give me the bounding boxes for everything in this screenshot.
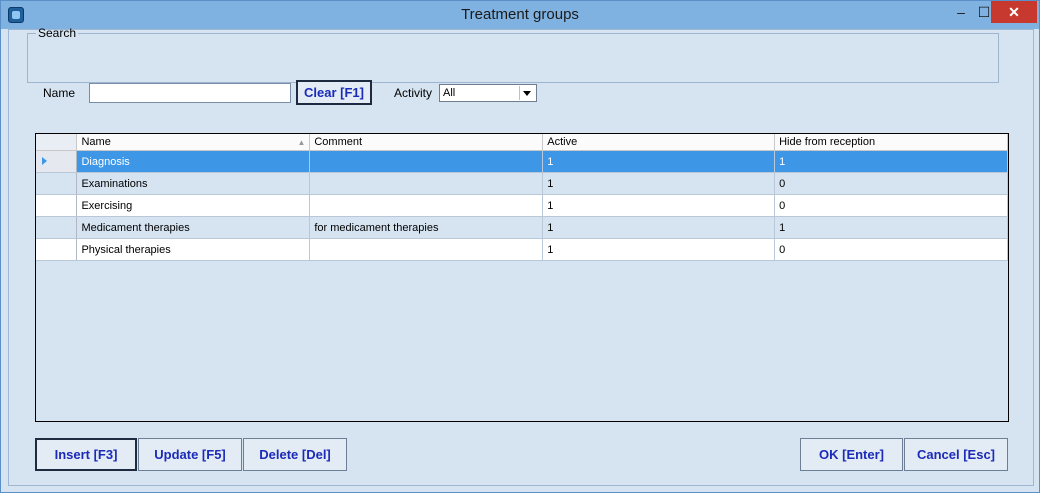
cell-hide-from-reception[interactable]: 0 [774,172,1008,195]
cell-comment[interactable] [309,150,544,173]
chevron-down-icon[interactable] [519,86,535,100]
cell-comment[interactable] [309,194,544,217]
row-header[interactable] [36,238,78,261]
row-header[interactable] [36,216,78,239]
name-search-input[interactable] [89,83,291,103]
title-bar[interactable]: Treatment groups – ☐ ✕ [1,1,1039,29]
cell-hide-from-reception[interactable]: 0 [774,194,1008,217]
cell-name[interactable]: Examinations [76,172,311,195]
ok-button[interactable]: OK [Enter] [800,438,903,471]
grid-table: Name ▲ Comment Active Hide from receptio… [36,134,1008,261]
cell-name[interactable]: Physical therapies [76,238,311,261]
column-header-hide-from-reception[interactable]: Hide from reception [774,134,1008,151]
cell-hide-from-reception[interactable]: 1 [774,216,1008,239]
table-row[interactable]: Diagnosis 1 1 [36,150,1008,173]
table-row[interactable]: Exercising 1 0 [36,194,1008,217]
cell-hide-from-reception[interactable]: 0 [774,238,1008,261]
column-header-active[interactable]: Active [542,134,776,151]
column-header-name-label: Name [81,136,111,148]
clear-button[interactable]: Clear [F1] [296,80,372,105]
cancel-button[interactable]: Cancel [Esc] [904,438,1008,471]
cell-active[interactable]: 1 [542,238,776,261]
table-row[interactable]: Examinations 1 0 [36,172,1008,195]
activity-select-value: All [443,87,456,99]
table-row[interactable]: Medicament therapies for medicament ther… [36,216,1008,239]
current-row-arrow-icon [42,156,47,165]
column-header-name[interactable]: Name ▲ [76,134,311,151]
update-button[interactable]: Update [F5] [138,438,242,471]
treatment-groups-grid[interactable]: Name ▲ Comment Active Hide from receptio… [35,133,1009,422]
sort-ascending-icon: ▲ [297,138,306,147]
cell-comment[interactable] [309,172,544,195]
search-group: Search [27,26,999,83]
delete-button[interactable]: Delete [Del] [243,438,347,471]
insert-button[interactable]: Insert [F3] [35,438,137,471]
treatment-groups-window: Treatment groups – ☐ ✕ Search Name Clear… [0,0,1040,493]
activity-select[interactable]: All [439,84,537,102]
cell-comment[interactable] [309,238,544,261]
column-header-comment[interactable]: Comment [309,134,544,151]
close-button[interactable]: ✕ [991,1,1037,23]
row-header[interactable] [36,150,78,173]
cell-active[interactable]: 1 [542,172,776,195]
cell-hide-from-reception[interactable]: 1 [774,150,1008,173]
cell-name[interactable]: Exercising [76,194,311,217]
cell-comment[interactable]: for medicament therapies [309,216,544,239]
activity-label: Activity [394,86,433,100]
cell-active[interactable]: 1 [542,194,776,217]
search-legend: Search [38,26,77,40]
table-row[interactable]: Physical therapies 1 0 [36,238,1008,261]
row-header-corner[interactable] [36,134,78,151]
name-label: Name [43,86,76,100]
row-header[interactable] [36,172,78,195]
cell-active[interactable]: 1 [542,150,776,173]
row-header[interactable] [36,194,78,217]
cell-active[interactable]: 1 [542,216,776,239]
grid-header-row: Name ▲ Comment Active Hide from receptio… [36,134,1008,151]
cell-name[interactable]: Medicament therapies [76,216,311,239]
window-title: Treatment groups [461,6,579,23]
cell-name[interactable]: Diagnosis [76,150,311,173]
